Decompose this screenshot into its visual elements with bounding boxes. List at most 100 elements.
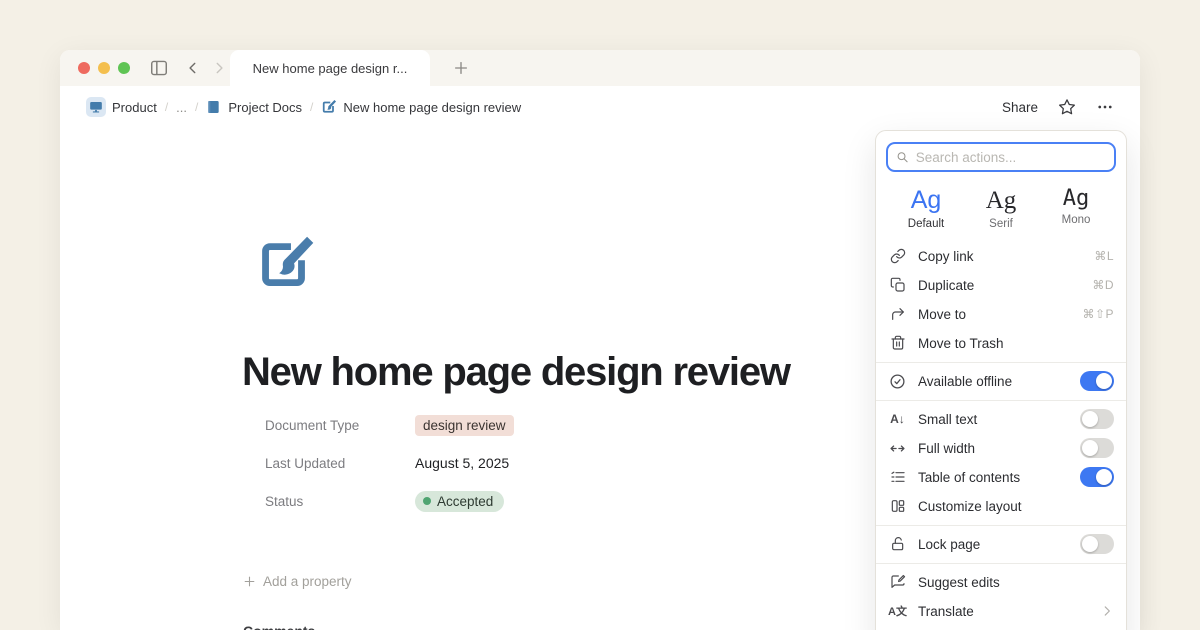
menu-item-label: Full width: [918, 441, 1069, 456]
window-tab-bar: New home page design r...: [60, 50, 1140, 86]
screenshot-canvas: New home page design r... Product / ...: [0, 0, 1200, 630]
status-dot-icon: [423, 497, 431, 505]
comments-heading: Comments: [243, 623, 315, 630]
property-row-document-type[interactable]: Document Type design review: [265, 406, 514, 444]
page-actions-menu: Ag Default Ag Serif Ag Mono Copy link ⌘L: [875, 130, 1127, 630]
add-property-button[interactable]: Add a property: [243, 574, 352, 589]
font-option-default[interactable]: Ag Default: [896, 187, 956, 230]
lock-page-toggle[interactable]: [1080, 534, 1114, 554]
menu-item-label: Lock page: [918, 537, 1069, 552]
menu-item-move-to[interactable]: Move to ⌘⇧P: [876, 300, 1126, 329]
move-to-icon: [888, 306, 907, 322]
sidebar-toggle-icon[interactable]: [146, 55, 172, 81]
menu-divider: [876, 525, 1126, 526]
breadcrumb: Product / ... / Project Docs /: [86, 97, 1002, 117]
link-icon: [888, 248, 907, 264]
menu-item-duplicate[interactable]: Duplicate ⌘D: [876, 271, 1126, 300]
property-label: Last Updated: [265, 456, 415, 471]
book-icon: [206, 99, 222, 115]
header-actions: Share: [1002, 98, 1114, 116]
breadcrumb-item-project-docs[interactable]: Project Docs: [206, 99, 302, 115]
shortcut-hint: ⌘⇧P: [1082, 307, 1114, 321]
menu-item-table-of-contents[interactable]: Table of contents: [876, 463, 1126, 492]
menu-item-label: Move to: [918, 307, 1071, 322]
plus-icon: [243, 575, 256, 588]
star-icon[interactable]: [1058, 98, 1076, 116]
breadcrumb-item-collapsed[interactable]: ...: [176, 100, 187, 115]
menu-item-label: Duplicate: [918, 278, 1081, 293]
breadcrumb-item-current-page[interactable]: New home page design review: [321, 99, 521, 115]
breadcrumb-label: Project Docs: [228, 100, 302, 115]
breadcrumb-separator: /: [310, 100, 313, 114]
table-of-contents-icon: [888, 469, 907, 485]
chevron-right-icon: [1100, 604, 1114, 618]
menu-item-translate[interactable]: A文 Translate: [876, 597, 1126, 626]
close-window-button[interactable]: [78, 62, 90, 74]
font-sample: Ag: [1046, 187, 1106, 211]
search-input[interactable]: [916, 150, 1106, 165]
translate-icon: A文: [888, 603, 907, 619]
font-option-serif[interactable]: Ag Serif: [971, 187, 1031, 230]
shortcut-hint: ⌘L: [1094, 249, 1114, 263]
font-sample: Ag: [896, 187, 956, 215]
menu-item-label: Suggest edits: [918, 575, 1114, 590]
small-text-icon: A↓: [888, 412, 907, 426]
more-options-icon[interactable]: [1096, 98, 1114, 116]
property-row-status[interactable]: Status Accepted: [265, 482, 514, 520]
menu-item-label: Customize layout: [918, 499, 1114, 514]
font-sample: Ag: [971, 187, 1031, 215]
menu-item-full-width[interactable]: Full width: [876, 434, 1126, 463]
menu-item-label: Copy link: [918, 249, 1083, 264]
status-badge[interactable]: Accepted: [415, 491, 504, 512]
document-header: Product / ... / Project Docs /: [60, 86, 1140, 128]
breadcrumb-label: Product: [112, 100, 157, 115]
font-option-mono[interactable]: Ag Mono: [1046, 187, 1106, 230]
property-label: Status: [265, 494, 415, 509]
breadcrumb-label: New home page design review: [343, 100, 521, 115]
trash-icon: [888, 335, 907, 351]
font-options: Ag Default Ag Serif Ag Mono: [876, 172, 1126, 242]
table-of-contents-toggle[interactable]: [1080, 467, 1114, 487]
minimize-window-button[interactable]: [98, 62, 110, 74]
menu-item-label: Table of contents: [918, 470, 1069, 485]
breadcrumb-separator: /: [195, 100, 198, 114]
shortcut-hint: ⌘D: [1092, 278, 1114, 292]
page-brush-icon[interactable]: [255, 233, 317, 295]
full-width-toggle[interactable]: [1080, 438, 1114, 458]
share-button[interactable]: Share: [1002, 100, 1038, 115]
full-width-icon: [888, 440, 907, 457]
font-label: Mono: [1046, 214, 1106, 226]
menu-item-available-offline[interactable]: Available offline: [876, 367, 1126, 396]
property-row-last-updated[interactable]: Last Updated August 5, 2025: [265, 444, 514, 482]
brush-page-icon: [321, 99, 337, 115]
back-icon[interactable]: [180, 55, 206, 81]
menu-item-label: Translate: [918, 604, 1089, 619]
menu-item-customize-layout[interactable]: Customize layout: [876, 492, 1126, 521]
page-title[interactable]: New home page design review: [242, 350, 790, 395]
tab-title: New home page design r...: [253, 61, 408, 76]
small-text-toggle[interactable]: [1080, 409, 1114, 429]
check-circle-icon: [888, 373, 907, 390]
forward-icon[interactable]: [206, 55, 232, 81]
active-tab[interactable]: New home page design r...: [230, 50, 430, 86]
document-type-badge[interactable]: design review: [415, 415, 514, 436]
breadcrumb-item-product[interactable]: Product: [86, 97, 157, 117]
menu-item-copy-link[interactable]: Copy link ⌘L: [876, 242, 1126, 271]
customize-layout-icon: [888, 498, 907, 514]
menu-item-move-to-trash[interactable]: Move to Trash: [876, 329, 1126, 358]
add-property-label: Add a property: [263, 574, 352, 589]
breadcrumb-label: ...: [176, 100, 187, 115]
unlock-icon: [888, 536, 907, 552]
menu-item-lock-page[interactable]: Lock page: [876, 530, 1126, 559]
suggest-edits-icon: [888, 574, 907, 590]
zoom-window-button[interactable]: [118, 62, 130, 74]
duplicate-icon: [888, 277, 907, 293]
new-tab-icon[interactable]: [448, 55, 474, 81]
menu-divider: [876, 362, 1126, 363]
search-icon: [896, 150, 909, 164]
font-label: Serif: [971, 218, 1031, 230]
menu-item-suggest-edits[interactable]: Suggest edits: [876, 568, 1126, 597]
available-offline-toggle[interactable]: [1080, 371, 1114, 391]
actions-search-field[interactable]: [886, 142, 1116, 172]
menu-item-small-text[interactable]: A↓ Small text: [876, 405, 1126, 434]
